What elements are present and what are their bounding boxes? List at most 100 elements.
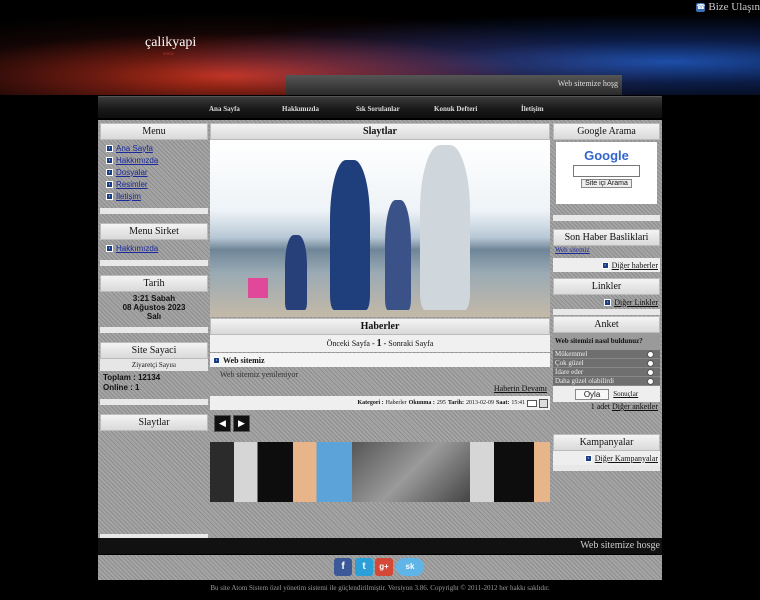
strip-image[interactable]	[352, 442, 470, 502]
header-banner: çalikyapi www ☎ Bize Ulaşın Web sitemize…	[0, 0, 760, 95]
radio-button[interactable]	[647, 350, 654, 358]
left-slider-area	[100, 431, 208, 534]
person-figure	[285, 235, 307, 310]
menu-item-home[interactable]: › Ana Sayfa	[100, 142, 208, 154]
bucket-shape	[248, 278, 268, 298]
arrow-icon: ›	[106, 180, 113, 188]
counter-total: Toplam : 12134	[103, 373, 161, 382]
poll-question: Web sitemizi nasıl buldunuz?	[553, 333, 660, 350]
menu-item-files[interactable]: › Dosyalar	[100, 166, 208, 178]
counter-title: Site Sayaci	[100, 342, 208, 359]
divider	[100, 208, 208, 214]
contact-link[interactable]: ☎ Bize Ulaşın	[696, 1, 760, 13]
person-figure	[420, 145, 470, 310]
arrow-icon: ›	[106, 156, 113, 164]
clock-time: 3:21 Sabah	[132, 294, 176, 303]
menu-item-pictures[interactable]: › Resimler	[100, 178, 208, 190]
contact-label: Bize Ulaşın	[708, 1, 760, 13]
site-logo-sub: www	[163, 52, 174, 57]
poll-option[interactable]: Çok güzel	[553, 359, 660, 368]
top-marquee: Web sitemize hoşg	[286, 75, 622, 95]
phone-icon: ☎	[696, 2, 706, 12]
social-bar: f t g+ sk	[98, 555, 662, 580]
nav-faq[interactable]: Sık Sorulanlar	[356, 105, 400, 113]
google-box: Google Site içi Arama	[556, 142, 657, 204]
strip-image[interactable]	[234, 442, 352, 502]
counter-subtitle: Ziyaretçi Sayısı	[100, 359, 208, 371]
menu-sirket-title: Menu Sirket	[100, 223, 208, 240]
other-links-link[interactable]: › Diğer Linkler	[553, 295, 660, 309]
right-column: Google Arama Google Site içi Arama Son H…	[553, 123, 660, 471]
menu-sirket-item-about[interactable]: › Hakkımızda	[100, 242, 208, 254]
google-search-input[interactable]	[573, 165, 640, 177]
news-item-header[interactable]: › Web sitemiz	[210, 353, 550, 367]
google-title: Google Arama	[553, 123, 660, 140]
other-polls-link[interactable]: Diğer anketler	[612, 402, 658, 411]
news-title: Haberler	[210, 318, 550, 335]
poll-option[interactable]: İdare eder	[553, 368, 660, 377]
divider	[553, 309, 660, 315]
menu-title: Menu	[100, 123, 208, 140]
nav-guestbook[interactable]: Konuk Defteri	[434, 105, 477, 113]
facebook-icon[interactable]: f	[334, 558, 352, 576]
google-plus-icon[interactable]: g+	[375, 558, 393, 576]
divider	[100, 260, 208, 266]
counter-online: Online : 1	[103, 383, 140, 392]
person-figure	[330, 160, 370, 310]
results-link[interactable]: Sonuçlar	[613, 390, 638, 398]
vote-button[interactable]: Oyla	[574, 388, 610, 400]
poll-option[interactable]: Mükemmel	[553, 350, 660, 359]
pager: Önceki Sayfa - 1 - Sonraki Sayfa	[210, 335, 550, 352]
other-campaigns-link[interactable]: › Diğer Kampanyalar	[553, 451, 660, 465]
news-item-body: Web sitemiz yenileniyor	[220, 370, 298, 379]
site-logo[interactable]: çalikyapi	[145, 35, 196, 51]
image-strip	[210, 442, 550, 502]
pager-next[interactable]: Sonraki Sayfa	[388, 339, 433, 348]
menu-item-about[interactable]: › Hakkımızda	[100, 154, 208, 166]
clock-day: Salı	[146, 312, 162, 321]
pager-prev[interactable]: Önceki Sayfa	[327, 339, 370, 348]
divider	[553, 465, 660, 471]
nav-about[interactable]: Hakkımızda	[282, 105, 319, 113]
nav-contact[interactable]: İletişim	[521, 105, 544, 113]
slider-image[interactable]	[210, 140, 550, 317]
nav-home[interactable]: Ana Sayfa	[209, 105, 240, 113]
radio-button[interactable]	[647, 377, 654, 385]
headlines-title: Son Haber Basliklari	[553, 229, 660, 246]
poll-actions: Oyla Sonuçlar	[553, 386, 660, 402]
other-news-link[interactable]: › Diğer haberler	[553, 258, 660, 272]
email-icon[interactable]	[527, 399, 537, 407]
divider	[553, 215, 660, 221]
next-arrow-button[interactable]: ▶	[233, 415, 250, 432]
radio-button[interactable]	[647, 368, 654, 376]
left-slider-title: Slaytlar	[100, 414, 208, 431]
headline-link[interactable]: Web sitemiz	[553, 246, 660, 258]
twitter-icon[interactable]: t	[355, 558, 373, 576]
arrow-icon: ›	[604, 298, 612, 306]
skype-icon[interactable]: sk	[396, 558, 424, 576]
arrow-icon: ›	[601, 261, 609, 269]
print-icon[interactable]	[539, 398, 548, 408]
left-column: Menu › Ana Sayfa › Hakkımızda › Dosyalar › R…	[100, 123, 208, 540]
pager-current[interactable]: 1	[377, 338, 382, 349]
read-more-link[interactable]: Haberin Devamı	[210, 384, 550, 396]
strip-image[interactable]	[210, 442, 234, 502]
google-logo: Google	[584, 148, 629, 163]
slider-title: Slaytlar	[210, 123, 550, 140]
person-figure	[385, 200, 411, 310]
strip-image[interactable]	[470, 442, 550, 502]
poll-count: 1 adet	[590, 402, 611, 411]
date-title: Tarih	[100, 275, 208, 292]
main-content: Menu › Ana Sayfa › Hakkımızda › Dosyalar › R…	[98, 120, 662, 540]
prev-arrow-button[interactable]: ◀	[214, 415, 231, 432]
bottom-marquee: Web sitemize hosge	[98, 538, 662, 554]
arrow-icon: ›	[106, 144, 113, 152]
arrow-icon: ›	[106, 244, 113, 252]
news-meta: Kategori : Haberler Okunma :295 Tarih: 201…	[210, 396, 550, 410]
poll-option[interactable]: Daha güzel olabilirdi	[553, 377, 660, 386]
clock-date: 08 Ağustos 2023	[122, 303, 186, 312]
menu-item-contact[interactable]: › İletişim	[100, 190, 208, 202]
main-nav: Ana Sayfa Hakkımızda Sık Sorulanlar Konu…	[98, 96, 662, 118]
google-search-button[interactable]: Site içi Arama	[581, 179, 632, 188]
radio-button[interactable]	[647, 359, 654, 367]
